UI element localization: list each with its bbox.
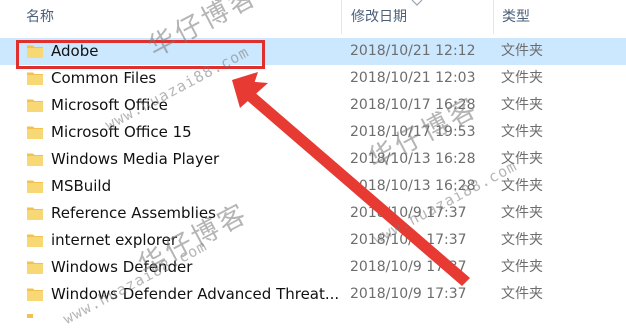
file-type: 文件夹 (501, 97, 543, 113)
file-name: Microsoft Office 15 (51, 123, 192, 141)
folder-icon (27, 288, 43, 301)
file-type: 文件夹 (501, 205, 543, 221)
file-row-internet-explorer[interactable]: internet explorer 2018/10/9 17:37 文件夹 (0, 227, 626, 254)
folder-icon (27, 72, 43, 85)
file-date: 2018/10/13 16:28 (350, 151, 476, 167)
file-type: 文件夹 (501, 70, 543, 86)
column-header-type[interactable]: 类型 (493, 0, 626, 34)
file-row-windows-defender[interactable]: Windows Defender 2018/10/9 17:37 文件夹 (0, 254, 626, 281)
file-name: Windows Defender Advanced Threat... (51, 285, 340, 303)
folder-icon (27, 153, 43, 166)
file-list: Adobe 2018/10/21 12:12 文件夹 Common Files … (0, 38, 626, 308)
file-name: Windows Media Player (51, 150, 220, 168)
folder-icon (27, 45, 43, 58)
file-row-windows-media-player[interactable]: Windows Media Player 2018/10/13 16:28 文件… (0, 146, 626, 173)
file-type: 文件夹 (501, 286, 543, 302)
file-name: internet explorer (51, 231, 178, 249)
folder-icon (27, 314, 33, 318)
file-date: 2018/10/17 16:28 (350, 97, 476, 113)
file-type: 文件夹 (501, 178, 543, 194)
file-name: Microsoft Office (51, 96, 168, 114)
folder-icon (27, 180, 43, 193)
file-row-partial[interactable] (0, 308, 626, 318)
file-date: 2018/10/21 12:12 (350, 43, 476, 59)
folder-icon (27, 261, 43, 274)
file-type: 文件夹 (501, 124, 543, 140)
file-type: 文件夹 (501, 43, 543, 59)
file-date: 2018/10/9 17:37 (350, 205, 467, 221)
column-header-name[interactable]: 名称 (0, 0, 340, 34)
file-row-windows-defender-advanced-threat[interactable]: Windows Defender Advanced Threat... 2018… (0, 281, 626, 308)
file-type: 文件夹 (501, 259, 543, 275)
file-type: 文件夹 (501, 232, 543, 248)
file-row-common-files[interactable]: Common Files 2018/10/21 12:03 文件夹 (0, 65, 626, 92)
folder-icon (27, 126, 43, 139)
column-header: 名称 修改日期 类型 (0, 0, 626, 34)
file-name: Common Files (51, 69, 157, 87)
file-date: 2018/10/9 17:37 (350, 259, 467, 275)
file-date: 2018/10/9 17:37 (350, 232, 467, 248)
file-name: Reference Assemblies (51, 204, 216, 222)
folder-icon (27, 99, 43, 112)
file-name: Adobe (51, 42, 99, 60)
file-date: 2018/10/21 12:03 (350, 70, 476, 86)
file-row-adobe[interactable]: Adobe 2018/10/21 12:12 文件夹 (0, 38, 626, 65)
file-type: 文件夹 (501, 151, 543, 167)
column-header-date[interactable]: 修改日期 (341, 0, 493, 34)
file-row-microsoft-office[interactable]: Microsoft Office 2018/10/17 16:28 文件夹 (0, 92, 626, 119)
file-name: Windows Defender (51, 258, 193, 276)
file-date: 2018/10/13 16:28 (350, 178, 476, 194)
file-row-microsoft-office-15[interactable]: Microsoft Office 15 2018/10/17 19:53 文件夹 (0, 119, 626, 146)
file-row-reference-assemblies[interactable]: Reference Assemblies 2018/10/9 17:37 文件夹 (0, 200, 626, 227)
folder-icon (27, 207, 43, 220)
file-name: MSBuild (51, 177, 112, 195)
file-date: 2018/10/17 19:53 (350, 124, 476, 140)
file-date: 2018/10/9 17:37 (350, 286, 467, 302)
folder-icon (27, 234, 43, 247)
file-row-msbuild[interactable]: MSBuild 2018/10/13 16:28 文件夹 (0, 173, 626, 200)
